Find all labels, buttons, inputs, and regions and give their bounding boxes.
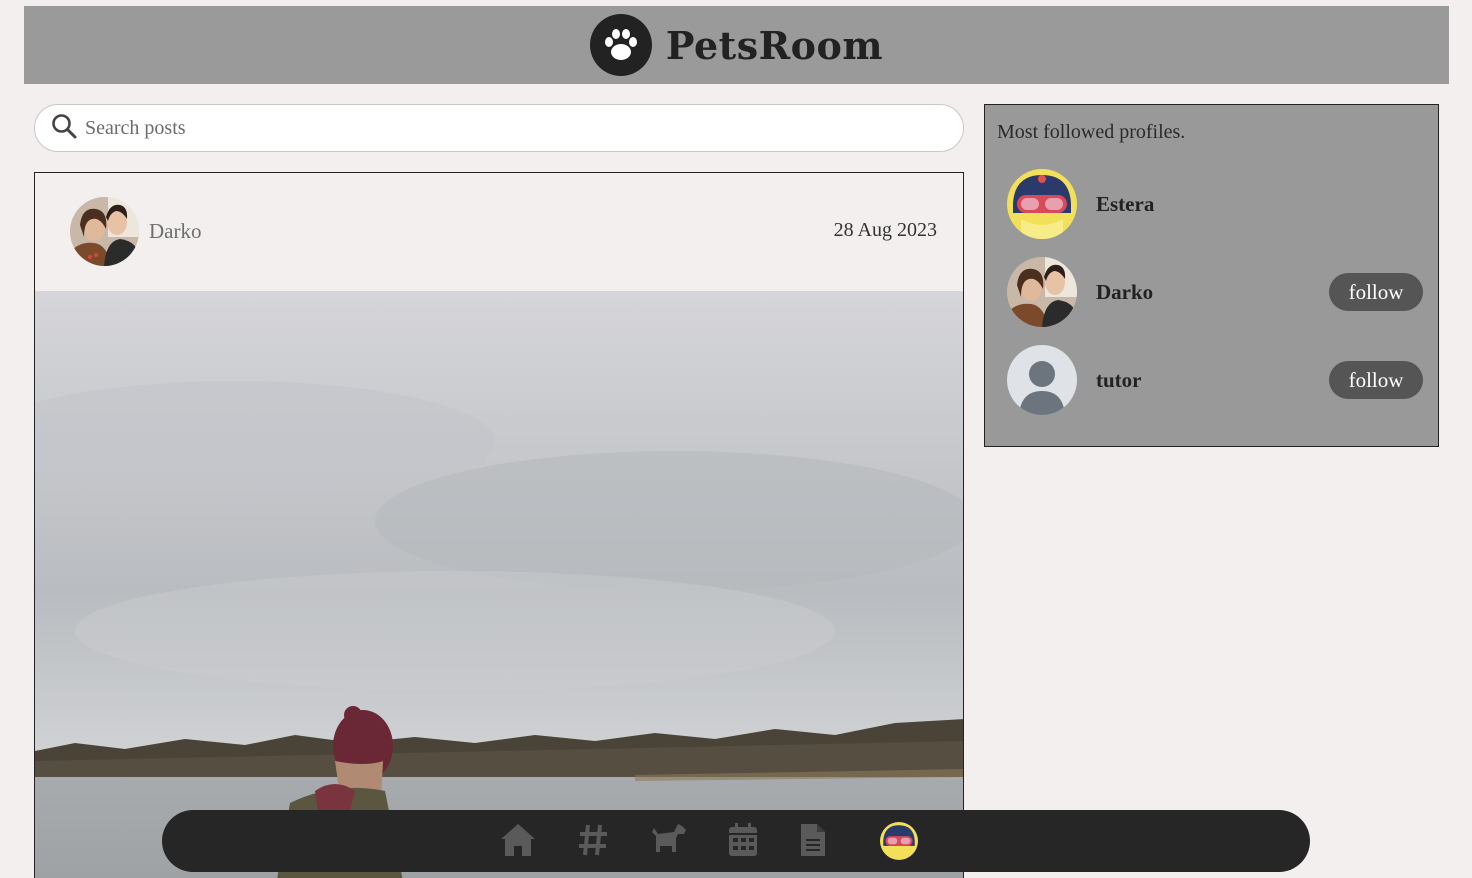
- profile-item-darko[interactable]: Darko follow: [1007, 257, 1427, 327]
- post-image[interactable]: [35, 291, 963, 878]
- sidebar-title: Most followed profiles.: [997, 121, 1186, 143]
- hashtag-icon[interactable]: [577, 822, 609, 862]
- document-icon[interactable]: [799, 822, 827, 862]
- profile-item-tutor[interactable]: tutor follow: [1007, 345, 1427, 415]
- follow-button-darko[interactable]: follow: [1329, 273, 1423, 311]
- search-input[interactable]: [85, 116, 905, 140]
- dog-icon[interactable]: [648, 822, 688, 862]
- most-followed-panel: Most followed profiles. Estera Darko fol…: [984, 104, 1439, 447]
- profile-item-estera[interactable]: Estera: [1007, 169, 1427, 239]
- profile-avatar-darko[interactable]: [1007, 257, 1077, 327]
- bottom-nav-bar: [162, 810, 1310, 872]
- post-author-name[interactable]: Darko: [149, 219, 201, 244]
- follow-button-tutor[interactable]: follow: [1329, 361, 1423, 399]
- app-header: PetsRoom: [24, 6, 1449, 84]
- profile-avatar-estera[interactable]: [1007, 169, 1077, 239]
- profile-avatar-tutor[interactable]: [1007, 345, 1077, 415]
- current-user-avatar[interactable]: [880, 822, 918, 860]
- post-date: 28 Aug 2023: [833, 219, 937, 241]
- home-icon[interactable]: [499, 822, 537, 862]
- author-avatar[interactable]: [70, 197, 139, 266]
- post-card: Darko 28 Aug 2023: [34, 172, 964, 878]
- profile-name-tutor[interactable]: tutor: [1096, 368, 1142, 393]
- search-icon: [51, 113, 77, 143]
- app-title[interactable]: PetsRoom: [666, 23, 883, 68]
- profile-name-darko[interactable]: Darko: [1096, 280, 1153, 305]
- profile-name-estera[interactable]: Estera: [1096, 192, 1154, 217]
- search-bar[interactable]: [34, 104, 964, 152]
- calendar-icon[interactable]: [727, 822, 759, 862]
- post-header: Darko 28 Aug 2023: [35, 173, 963, 291]
- paw-icon: [589, 14, 652, 76]
